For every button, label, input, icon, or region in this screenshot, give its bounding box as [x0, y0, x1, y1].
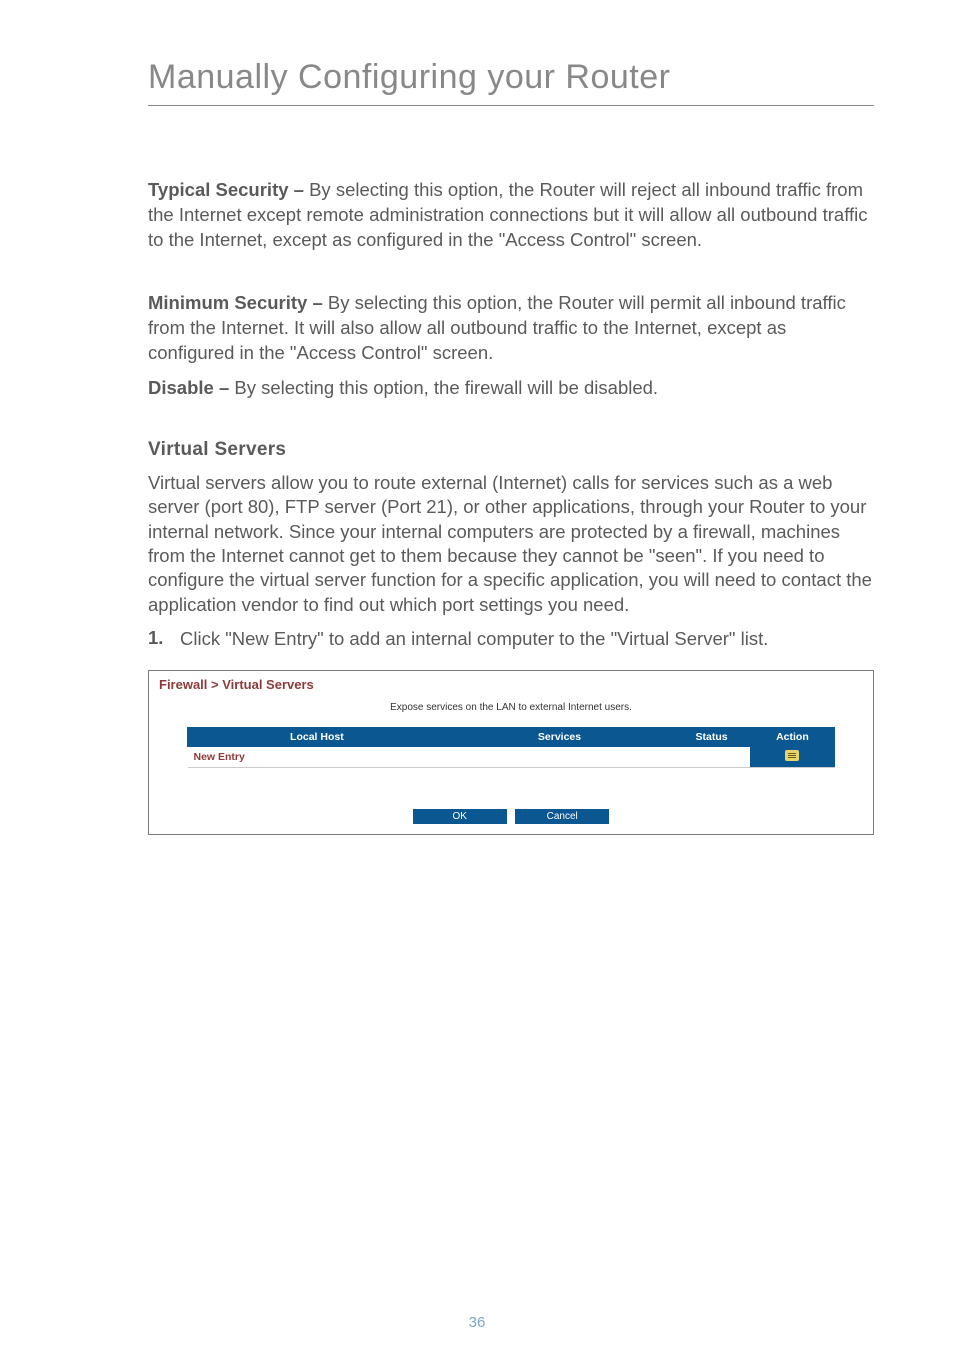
new-entry-link[interactable]: New Entry [188, 747, 447, 768]
step-item: 1. Click "New Entry" to add an internal … [148, 627, 874, 652]
col-action: Action [750, 728, 834, 747]
screenshot-subtitle: Expose services on the LAN to external I… [159, 702, 863, 713]
col-services: Services [446, 728, 672, 747]
button-row: OK Cancel [159, 806, 863, 824]
status-cell [673, 747, 751, 768]
breadcrumb[interactable]: Firewall > Virtual Servers [159, 677, 863, 692]
virtual-servers-heading: Virtual Servers [148, 439, 874, 461]
table-row: New Entry [188, 747, 835, 768]
step-number: 1. [148, 627, 180, 652]
minimum-security-label: Minimum Security – [148, 292, 328, 313]
disable-text: By selecting this option, the firewall w… [234, 377, 658, 398]
cancel-button[interactable]: Cancel [515, 809, 609, 824]
minimum-security-paragraph: Minimum Security – By selecting this opt… [148, 291, 874, 366]
typical-security-label: Typical Security – [148, 179, 309, 200]
disable-label: Disable – [148, 377, 234, 398]
router-screenshot: Firewall > Virtual Servers Expose servic… [148, 670, 874, 835]
disable-paragraph: Disable – By selecting this option, the … [148, 376, 874, 401]
virtual-servers-body: Virtual servers allow you to route exter… [148, 471, 874, 617]
edit-icon[interactable] [785, 750, 799, 761]
page-number: 36 [0, 1314, 954, 1331]
typical-security-paragraph: Typical Security – By selecting this opt… [148, 178, 874, 253]
services-cell [446, 747, 672, 768]
action-cell [750, 747, 834, 768]
table-header-row: Local Host Services Status Action [188, 728, 835, 747]
ok-button[interactable]: OK [413, 809, 507, 824]
col-status: Status [673, 728, 751, 747]
virtual-servers-table: Local Host Services Status Action New En… [187, 727, 835, 768]
col-local-host: Local Host [188, 728, 447, 747]
step-text: Click "New Entry" to add an internal com… [180, 627, 768, 652]
page-title: Manually Configuring your Router [148, 58, 874, 106]
